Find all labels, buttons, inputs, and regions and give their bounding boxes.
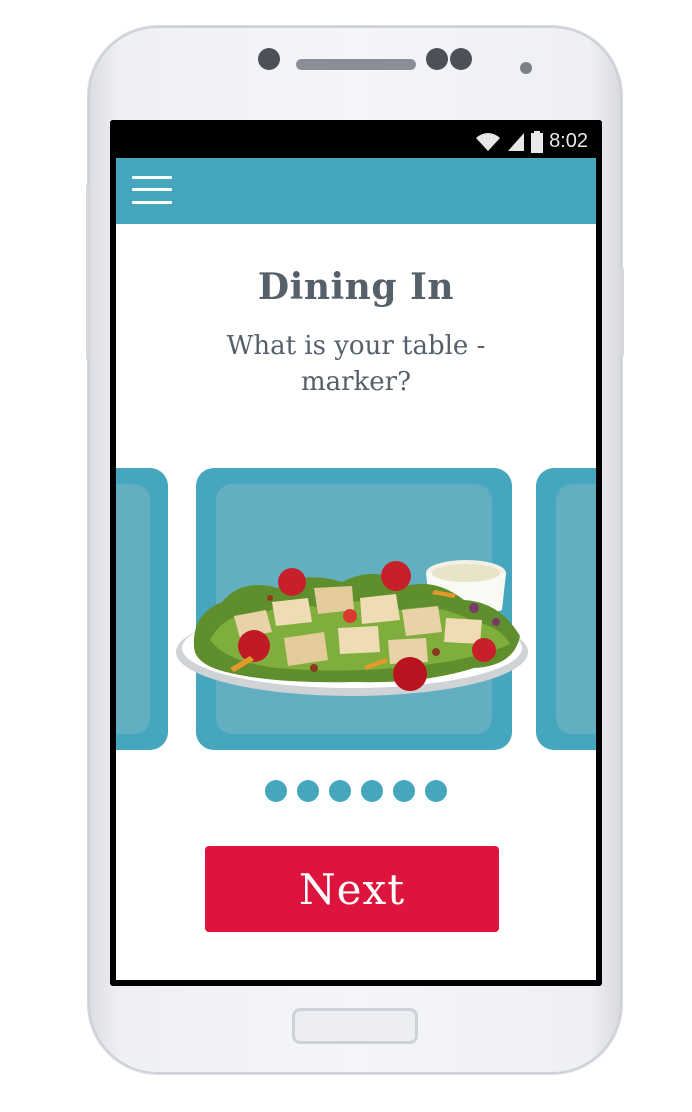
carousel-dot[interactable] bbox=[425, 780, 447, 802]
battery-icon bbox=[531, 130, 544, 153]
carousel-dot[interactable] bbox=[393, 780, 415, 802]
hamburger-menu-icon[interactable] bbox=[132, 174, 172, 206]
sensor-icon bbox=[450, 48, 472, 70]
phone-speaker bbox=[296, 59, 416, 70]
sensor-icon bbox=[426, 48, 448, 70]
home-button[interactable] bbox=[292, 1008, 418, 1044]
phone-side-button-right bbox=[620, 268, 624, 356]
carousel-dot[interactable] bbox=[297, 780, 319, 802]
page-title: Dining In bbox=[257, 266, 455, 308]
carousel-card-previous[interactable] bbox=[116, 468, 168, 750]
proximity-sensor-icon bbox=[520, 62, 532, 74]
wifi-icon bbox=[476, 132, 501, 151]
chicken-salad-image bbox=[176, 560, 528, 696]
front-camera-icon bbox=[258, 48, 280, 70]
app-bar bbox=[116, 158, 596, 224]
cell-signal-icon bbox=[508, 132, 525, 151]
phone-screen: 8:02 Dining In What is your table - mark… bbox=[110, 120, 602, 986]
app-screen: Dining In What is your table - marker? N… bbox=[116, 158, 596, 980]
carousel-dot[interactable] bbox=[361, 780, 383, 802]
carousel-pagination bbox=[116, 780, 596, 802]
status-bar: 8:02 bbox=[110, 120, 602, 158]
carousel-dot[interactable] bbox=[265, 780, 287, 802]
carousel-card-next[interactable] bbox=[536, 468, 596, 750]
next-button[interactable]: Next bbox=[205, 846, 499, 932]
status-time: 8:02 bbox=[549, 130, 588, 152]
carousel-dot[interactable] bbox=[329, 780, 351, 802]
page-subtitle: What is your table - marker? bbox=[226, 331, 486, 397]
phone-side-button-left bbox=[86, 184, 90, 360]
